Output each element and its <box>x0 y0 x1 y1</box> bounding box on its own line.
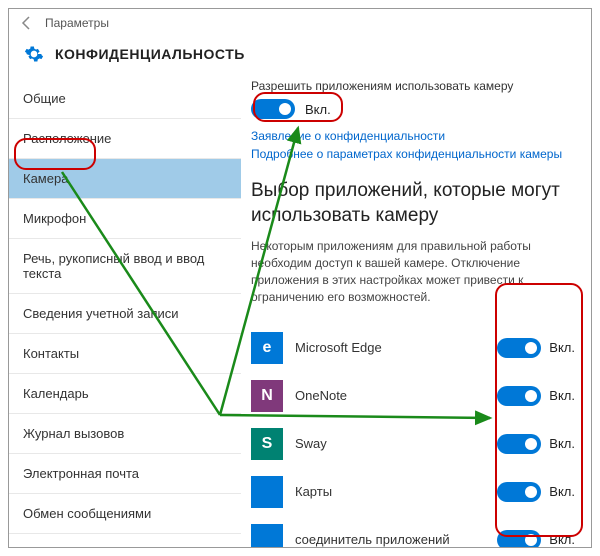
sidebar-item[interactable]: Журнал вызовов <box>9 414 241 454</box>
app-toggle[interactable] <box>497 434 541 454</box>
sidebar-item[interactable]: Микрофон <box>9 199 241 239</box>
app-list: e Microsoft Edge Вкл. N OneNote Вкл. S Sway Вкл.… <box>251 324 575 547</box>
sidebar-item[interactable]: Общие <box>9 79 241 119</box>
window-title: Параметры <box>45 16 109 30</box>
gear-icon <box>23 43 45 65</box>
section-description: Некоторым приложениям для правильной раб… <box>251 238 575 305</box>
app-icon: S <box>251 428 283 460</box>
app-toggle[interactable] <box>497 530 541 547</box>
sidebar-item[interactable]: Радио <box>9 534 241 547</box>
app-toggle[interactable] <box>497 482 541 502</box>
permission-label: Разрешить приложениям использовать камер… <box>251 79 575 93</box>
sidebar-item[interactable]: Речь, рукописный ввод и ввод текста <box>9 239 241 294</box>
app-name: Microsoft Edge <box>295 340 485 355</box>
app-icon <box>251 476 283 508</box>
back-button[interactable] <box>17 13 37 33</box>
app-icon: e <box>251 332 283 364</box>
app-row: e Microsoft Edge Вкл. <box>251 324 575 372</box>
sidebar-item[interactable]: Обмен сообщениями <box>9 494 241 534</box>
app-icon <box>251 524 283 547</box>
app-toggle-state: Вкл. <box>549 388 575 403</box>
sidebar-item[interactable]: Расположение <box>9 119 241 159</box>
privacy-statement-link[interactable]: Заявление о конфиденциальности <box>251 129 575 143</box>
camera-master-toggle[interactable] <box>251 99 295 119</box>
sidebar-item[interactable]: Камера <box>9 159 241 199</box>
main-panel: Разрешить приложениям использовать камер… <box>241 79 591 547</box>
app-toggle[interactable] <box>497 338 541 358</box>
app-toggle-state: Вкл. <box>549 484 575 499</box>
app-name: соединитель приложений <box>295 532 485 547</box>
sidebar: ОбщиеРасположениеКамераМикрофонРечь, рук… <box>9 79 241 547</box>
app-row: N OneNote Вкл. <box>251 372 575 420</box>
app-toggle-state: Вкл. <box>549 532 575 547</box>
app-name: Sway <box>295 436 485 451</box>
sidebar-item[interactable]: Контакты <box>9 334 241 374</box>
camera-privacy-link[interactable]: Подробнее о параметрах конфиденциальност… <box>251 147 575 161</box>
page-title: КОНФИДЕНЦИАЛЬНОСТЬ <box>55 46 245 62</box>
app-icon: N <box>251 380 283 412</box>
sidebar-item[interactable]: Электронная почта <box>9 454 241 494</box>
app-toggle-state: Вкл. <box>549 340 575 355</box>
app-toggle-state: Вкл. <box>549 436 575 451</box>
section-heading: Выбор приложений, которые могут использо… <box>251 179 575 228</box>
app-name: Карты <box>295 484 485 499</box>
camera-master-toggle-state: Вкл. <box>305 102 331 117</box>
app-toggle[interactable] <box>497 386 541 406</box>
sidebar-item[interactable]: Сведения учетной записи <box>9 294 241 334</box>
sidebar-item[interactable]: Календарь <box>9 374 241 414</box>
app-row: соединитель приложений Вкл. <box>251 516 575 547</box>
app-row: Карты Вкл. <box>251 468 575 516</box>
app-row: S Sway Вкл. <box>251 420 575 468</box>
app-name: OneNote <box>295 388 485 403</box>
